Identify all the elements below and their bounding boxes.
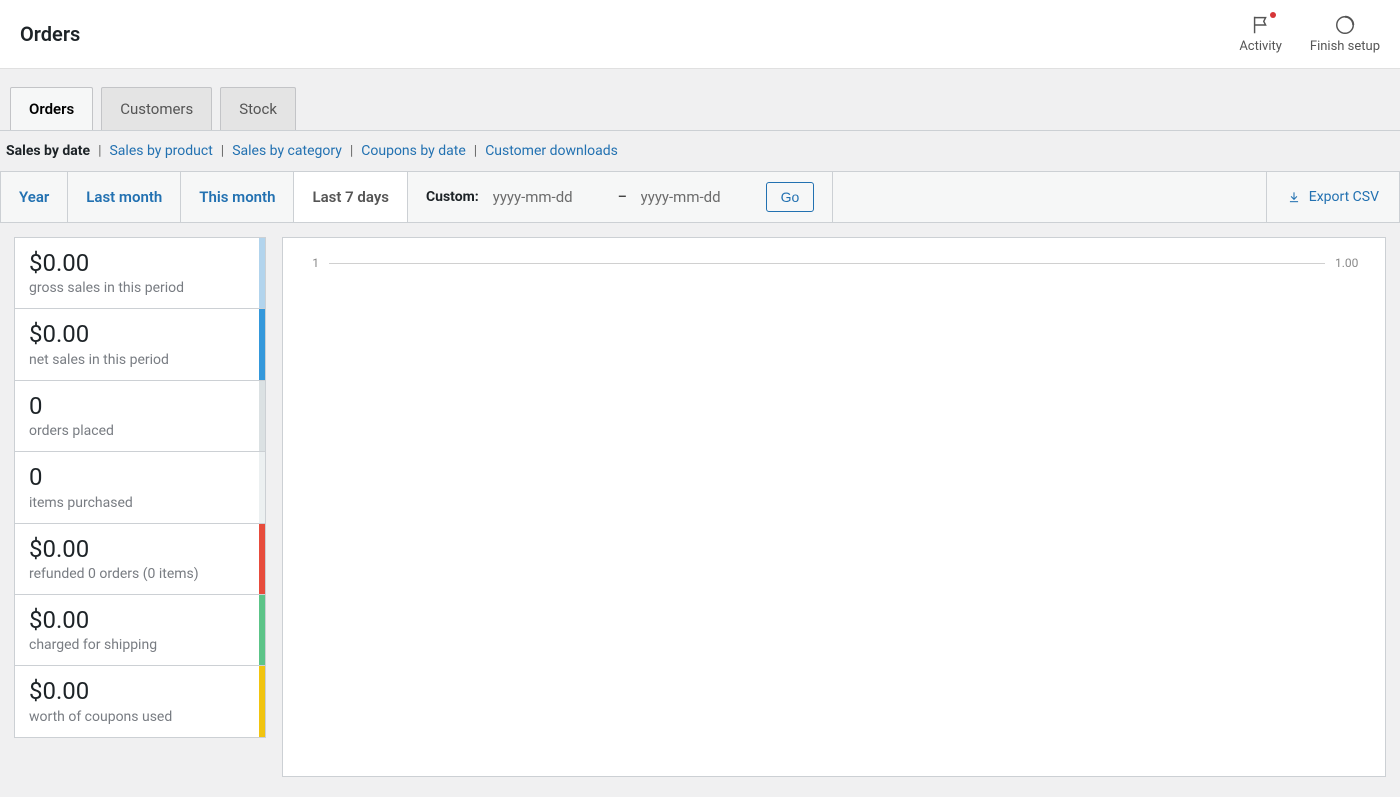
stat-stripe (259, 381, 265, 451)
stat-stripe (259, 666, 265, 736)
range-tab-label: Year (19, 188, 49, 206)
stats-sidebar: $0.00 gross sales in this period $0.00 net … (14, 237, 266, 738)
stat-stripe (259, 309, 265, 379)
chart-panel: 1 1.00 (282, 237, 1386, 777)
stat-card[interactable]: $0.00 net sales in this period (15, 309, 265, 380)
stat-label: worth of coupons used (29, 709, 251, 725)
export-csv-button[interactable]: Export CSV (1267, 172, 1399, 222)
range-tab-last-month[interactable]: Last month (68, 172, 181, 222)
stat-label: orders placed (29, 423, 251, 439)
stat-value: 0 (29, 464, 251, 490)
date-range-bar: Year Last month This month Last 7 days C… (0, 171, 1400, 223)
report-type-nav: Sales by date | Sales by product | Sales… (0, 130, 1400, 171)
activity-button[interactable]: Activity (1239, 14, 1282, 54)
finish-setup-button[interactable]: Finish setup (1310, 14, 1380, 54)
stat-label: charged for shipping (29, 637, 251, 653)
subnav-separator: | (348, 143, 355, 159)
activity-label: Activity (1239, 39, 1282, 54)
stat-value: $0.00 (29, 321, 251, 347)
stat-value: $0.00 (29, 678, 251, 704)
range-tab-label: Last month (86, 188, 162, 206)
subnav-customer-downloads[interactable]: Customer downloads (485, 143, 618, 159)
range-tab-this-month[interactable]: This month (181, 172, 294, 222)
subnav-separator: | (472, 143, 479, 159)
subnav-sales-by-product[interactable]: Sales by product (109, 143, 212, 159)
stat-label: gross sales in this period (29, 280, 251, 296)
tab-stock[interactable]: Stock (220, 87, 296, 130)
chart-x-tick-right: 1.00 (1335, 256, 1367, 270)
notification-dot-icon (1270, 12, 1276, 18)
stat-value: $0.00 (29, 536, 251, 562)
tabs-primary: Orders Customers Stock (0, 69, 1400, 130)
page-title: Orders (20, 22, 80, 46)
tab-customers[interactable]: Customers (101, 87, 212, 130)
range-tab-last-7-days[interactable]: Last 7 days (294, 172, 408, 222)
tab-label: Orders (29, 100, 74, 118)
subnav-coupons-by-date[interactable]: Coupons by date (361, 143, 466, 159)
download-icon (1287, 190, 1301, 204)
range-tab-label: Last 7 days (312, 188, 389, 206)
export-csv-label: Export CSV (1309, 189, 1379, 205)
stat-card[interactable]: 0 items purchased (15, 452, 265, 523)
stat-card[interactable]: $0.00 worth of coupons used (15, 666, 265, 736)
report-body: $0.00 gross sales in this period $0.00 net … (0, 223, 1400, 797)
custom-label: Custom: (426, 189, 479, 205)
chart-axis-row: 1 1.00 (301, 256, 1367, 270)
stat-value: $0.00 (29, 607, 251, 633)
subnav-separator: | (219, 143, 226, 159)
progress-circle-icon (1334, 14, 1356, 36)
stat-label: items purchased (29, 495, 251, 511)
tab-label: Stock (239, 100, 277, 118)
finish-setup-label: Finish setup (1310, 39, 1380, 54)
date-to-input[interactable] (639, 182, 754, 212)
flag-icon (1250, 14, 1272, 36)
header-actions: Activity Finish setup (1239, 14, 1380, 54)
stat-card[interactable]: $0.00 refunded 0 orders (0 items) (15, 524, 265, 595)
stat-label: refunded 0 orders (0 items) (29, 566, 251, 582)
date-from-input[interactable] (491, 182, 606, 212)
range-spacer (833, 172, 1266, 222)
tab-orders[interactable]: Orders (10, 87, 93, 130)
date-range-dash: – (618, 189, 627, 205)
stat-stripe (259, 524, 265, 594)
range-custom: Custom: – Go (408, 172, 833, 222)
stat-value: 0 (29, 393, 251, 419)
stat-value: $0.00 (29, 250, 251, 276)
stat-label: net sales in this period (29, 352, 251, 368)
page-header: Orders Activity Finish setup (0, 0, 1400, 69)
chart-x-tick-left: 1 (301, 256, 319, 270)
tab-label: Customers (120, 100, 193, 118)
subnav-sales-by-date[interactable]: Sales by date (6, 143, 90, 159)
stat-stripe (259, 452, 265, 522)
subnav-sales-by-category[interactable]: Sales by category (232, 143, 342, 159)
reports-area: Orders Customers Stock Sales by date | S… (0, 69, 1400, 797)
stat-stripe (259, 595, 265, 665)
stat-card[interactable]: 0 orders placed (15, 381, 265, 452)
stat-card[interactable]: $0.00 charged for shipping (15, 595, 265, 666)
stat-card[interactable]: $0.00 gross sales in this period (15, 238, 265, 309)
stat-stripe (259, 238, 265, 308)
chart-axis-line (329, 263, 1325, 264)
range-tab-label: This month (199, 188, 275, 206)
subnav-separator: | (96, 143, 103, 159)
range-tab-year[interactable]: Year (1, 172, 68, 222)
go-button[interactable]: Go (766, 182, 815, 212)
